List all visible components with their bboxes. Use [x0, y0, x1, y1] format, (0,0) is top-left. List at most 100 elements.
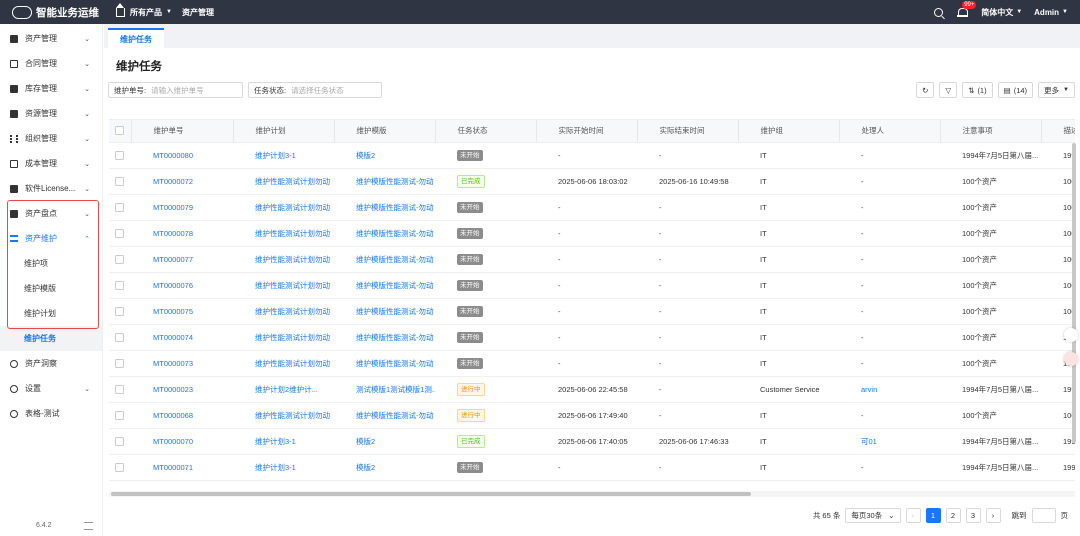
detail-link[interactable]: 测试模版1测试模版1测...: [356, 385, 435, 394]
table-row[interactable]: MT0000072 维护性能测试计划勿动 维护模版性能测试-勿动 已完成 2025-06…: [109, 168, 1075, 195]
order-link[interactable]: MT0000070: [153, 437, 193, 446]
row-checkbox[interactable]: [109, 324, 131, 351]
row-checkbox[interactable]: [109, 376, 131, 403]
task-status-select[interactable]: [291, 85, 372, 95]
detail-link[interactable]: 维护计划2维护计...: [255, 385, 318, 394]
sidebar-item-inventory[interactable]: 库存管理 ⌄: [0, 76, 102, 101]
table-row[interactable]: MT0000074 维护性能测试计划勿动 维护模版性能测试-勿动 未开始 - - IT - 10…: [109, 324, 1075, 351]
home-icon[interactable]: [116, 2, 125, 17]
detail-link[interactable]: 维护性能测试计划勿动: [255, 333, 330, 342]
sidebar-item-cost[interactable]: 成本管理 ⌄: [0, 151, 102, 176]
order-link[interactable]: MT0000074: [153, 333, 193, 342]
detail-link[interactable]: 维护性能测试计划勿动: [255, 203, 330, 212]
order-link[interactable]: MT0000080: [153, 151, 193, 160]
floating-assistant-button[interactable]: [1064, 352, 1078, 366]
order-link[interactable]: MT0000079: [153, 203, 193, 212]
jump-page-input[interactable]: [1031, 508, 1056, 523]
floating-helper-button[interactable]: [1064, 328, 1078, 342]
detail-link[interactable]: 维护模版性能测试-勿动: [356, 255, 434, 264]
table-row[interactable]: MT0000073 维护性能测试计划勿动 维护模版性能测试-勿动 未开始 - - IT - 10…: [109, 350, 1075, 377]
column-header[interactable]: 维护组: [738, 120, 840, 143]
column-header[interactable]: 处理人: [839, 120, 941, 143]
detail-link[interactable]: 维护模版性能测试-勿动: [356, 281, 434, 290]
sidebar-item-org[interactable]: 组织管理 ⌄: [0, 126, 102, 151]
detail-link[interactable]: 维护性能测试计划勿动: [255, 281, 330, 290]
detail-link[interactable]: 维护模版性能测试-勿动: [356, 359, 434, 368]
language-selector[interactable]: 简体中文: [981, 7, 1013, 18]
select-all-checkbox[interactable]: [109, 120, 132, 143]
prev-page-button[interactable]: ‹: [905, 508, 921, 523]
detail-link[interactable]: 维护模版性能测试-勿动: [356, 203, 434, 212]
detail-link[interactable]: 维护性能测试计划勿动: [255, 411, 330, 420]
sidebar-item-license[interactable]: 软件License... ⌄: [0, 176, 102, 201]
sidebar-item-asset-management[interactable]: 资产管理 ⌄: [0, 26, 102, 51]
sidebar-item-insight[interactable]: 资产洞察: [0, 351, 102, 376]
table-row[interactable]: MT0000075 维护性能测试计划勿动 维护模版性能测试-勿动 未开始 - - IT - 10…: [109, 298, 1075, 325]
tab-maintenance-task[interactable]: 维护任务: [108, 28, 164, 48]
detail-link[interactable]: 模版2: [356, 437, 375, 446]
more-button[interactable]: 更多 ▼: [1038, 82, 1075, 98]
detail-link[interactable]: 模版2: [356, 151, 375, 160]
order-link[interactable]: MT0000072: [153, 177, 193, 186]
table-row[interactable]: MT0000071 维护计划3-1 模版2 未开始 - - IT - 1994年7月5日第八届.…: [109, 454, 1075, 481]
detail-link[interactable]: 维护模版性能测试-勿动: [356, 307, 434, 316]
detail-link[interactable]: 维护性能测试计划勿动: [255, 255, 330, 264]
detail-link[interactable]: 维护计划3-1: [255, 437, 296, 446]
user-menu[interactable]: Admin: [1034, 8, 1059, 17]
column-header[interactable]: 维护计划: [233, 120, 335, 143]
sort-button[interactable]: ⇅ (1): [962, 82, 993, 98]
collapse-sidebar-icon[interactable]: [84, 522, 93, 530]
page-1-button[interactable]: 1: [925, 508, 941, 523]
app-logo[interactable]: 智能业务运维: [0, 5, 103, 20]
row-checkbox[interactable]: [109, 272, 131, 299]
order-link[interactable]: MT0000078: [153, 229, 193, 238]
row-checkbox[interactable]: [109, 168, 131, 195]
detail-link[interactable]: 维护性能测试计划勿动: [255, 359, 330, 368]
row-checkbox[interactable]: [109, 298, 131, 325]
column-header[interactable]: 维护单号: [131, 120, 234, 143]
sidebar-item-contract[interactable]: 合同管理 ⌄: [0, 51, 102, 76]
column-header[interactable]: 实际结束时间: [637, 120, 739, 143]
sidebar-item-resource[interactable]: 资源管理 ⌄: [0, 101, 102, 126]
row-checkbox[interactable]: [109, 454, 131, 481]
page-2-button[interactable]: 2: [945, 508, 961, 523]
table-row[interactable]: MT0000080 维护计划3-1 模版2 未开始 - - IT - 1994年7月5日第八届.…: [109, 142, 1075, 169]
detail-link[interactable]: 维护计划3-1: [255, 463, 296, 472]
column-header[interactable]: 注意事项: [940, 120, 1042, 143]
row-checkbox[interactable]: [109, 194, 131, 221]
sidebar-item-settings[interactable]: 设置 ⌄: [0, 376, 102, 401]
breadcrumb[interactable]: 资产管理: [182, 7, 214, 18]
row-checkbox[interactable]: [109, 246, 131, 273]
order-link[interactable]: MT0000073: [153, 359, 193, 368]
table-row[interactable]: MT0000076 维护性能测试计划勿动 维护模版性能测试-勿动 未开始 - - IT - 10…: [109, 272, 1075, 299]
page-size-select[interactable]: 每页30条 ⌄: [845, 508, 901, 523]
detail-link[interactable]: 维护性能测试计划勿动: [255, 229, 330, 238]
row-checkbox[interactable]: [109, 350, 131, 377]
search-icon[interactable]: [934, 7, 944, 17]
column-header[interactable]: 描述: [1041, 120, 1075, 143]
order-link[interactable]: MT0000068: [153, 411, 193, 420]
caret-down-icon[interactable]: ▼: [166, 9, 172, 15]
detail-link[interactable]: 维护模版性能测试-勿动: [356, 229, 434, 238]
table-row[interactable]: MT0000023 维护计划2维护计... 测试模版1测试模版1测... 进行中 202…: [109, 376, 1075, 403]
scrollbar-thumb[interactable]: [111, 492, 751, 496]
next-page-button[interactable]: ›: [985, 508, 1001, 523]
order-link[interactable]: MT0000071: [153, 463, 193, 472]
order-number-input[interactable]: [151, 85, 232, 95]
order-link[interactable]: MT0000023: [153, 385, 193, 394]
detail-link[interactable]: 模版2: [356, 463, 375, 472]
table-row[interactable]: MT0000077 维护性能测试计划勿动 维护模版性能测试-勿动 未开始 - - IT - 10…: [109, 246, 1075, 273]
all-products-menu[interactable]: 所有产品: [130, 7, 162, 18]
detail-link[interactable]: 维护模版性能测试-勿动: [356, 333, 434, 342]
refresh-button[interactable]: ↻: [916, 82, 935, 98]
page-3-button[interactable]: 3: [965, 508, 981, 523]
detail-link[interactable]: 维护模版性能测试-勿动: [356, 411, 434, 420]
columns-button[interactable]: ▤ (14): [997, 82, 1034, 98]
row-checkbox[interactable]: [109, 402, 131, 429]
table-row[interactable]: MT0000078 维护性能测试计划勿动 维护模版性能测试-勿动 未开始 - - IT - 10…: [109, 220, 1075, 247]
detail-link[interactable]: 维护性能测试计划勿动: [255, 307, 330, 316]
sidebar-item-table-test[interactable]: 表格-测试: [0, 401, 102, 426]
assignee-link[interactable]: arvin: [861, 385, 877, 394]
table-row[interactable]: MT0000070 维护计划3-1 模版2 已完成 2025-06-06 17:40:0…: [109, 428, 1075, 455]
column-header[interactable]: 任务状态: [435, 120, 537, 143]
